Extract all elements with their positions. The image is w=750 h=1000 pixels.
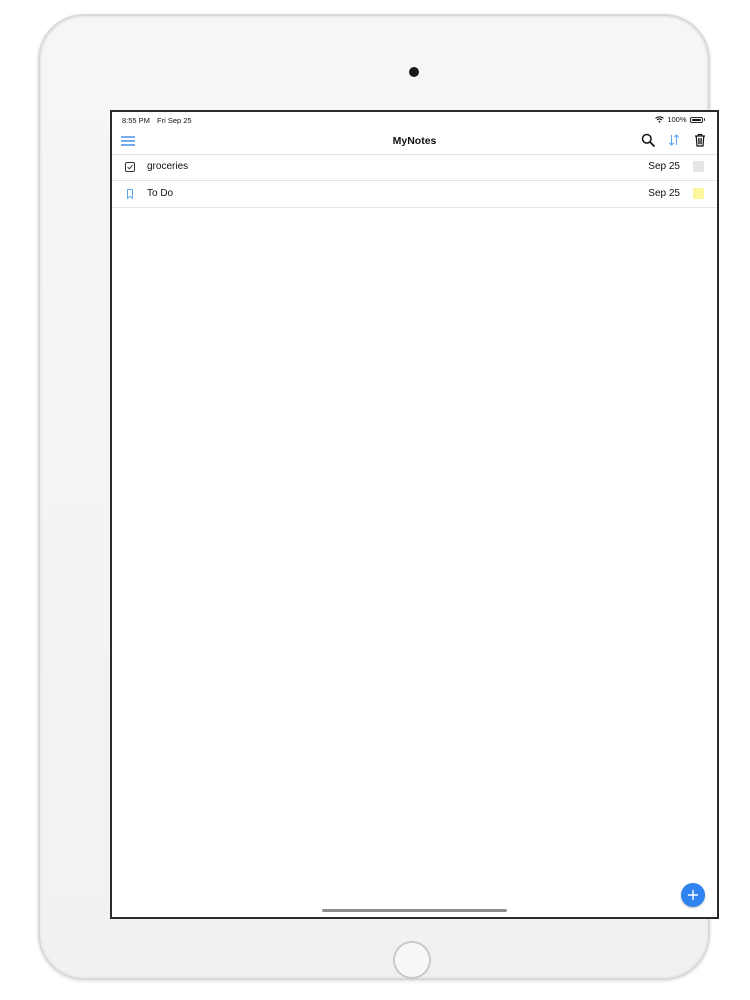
note-color-swatch — [693, 161, 704, 172]
ipad-device-frame: 8:55 PM Fri Sep 25 100% MyNotes grocerie… — [38, 14, 719, 980]
navigation-bar: MyNotes — [112, 128, 717, 155]
note-row[interactable]: To Do Sep 25 — [112, 181, 717, 208]
note-title: To Do — [147, 188, 174, 199]
nav-actions — [641, 133, 707, 147]
note-row[interactable]: groceries Sep 25 — [112, 154, 717, 181]
note-date: Sep 25 — [648, 188, 680, 199]
status-date: Fri Sep 25 — [157, 116, 192, 125]
notes-list: groceries Sep 25 To Do Sep 25 — [112, 154, 717, 208]
app-screen: 8:55 PM Fri Sep 25 100% MyNotes grocerie… — [110, 110, 719, 919]
home-indicator — [322, 909, 507, 912]
home-button[interactable] — [393, 941, 431, 979]
battery-level — [691, 118, 701, 121]
add-icon — [687, 889, 699, 901]
note-color-swatch — [693, 188, 704, 199]
search-icon[interactable] — [641, 133, 655, 147]
sort-icon[interactable] — [667, 133, 681, 147]
battery-percent: 100% — [667, 115, 687, 124]
page-title: MyNotes — [392, 135, 437, 147]
note-date: Sep 25 — [648, 161, 680, 172]
status-bar: 8:55 PM Fri Sep 25 100% — [112, 112, 717, 128]
battery-cap — [703, 118, 705, 121]
checklist-icon — [125, 162, 135, 172]
menu-icon[interactable] — [120, 134, 136, 148]
wifi-icon — [655, 116, 665, 123]
add-note-button[interactable] — [681, 883, 705, 907]
note-title: groceries — [147, 161, 189, 172]
status-time: 8:55 PM — [122, 116, 150, 125]
front-camera — [409, 67, 419, 77]
trash-icon[interactable] — [693, 133, 707, 147]
battery-icon — [689, 116, 703, 123]
status-indicators: 100% — [655, 115, 705, 124]
bookmark-icon — [127, 189, 133, 199]
